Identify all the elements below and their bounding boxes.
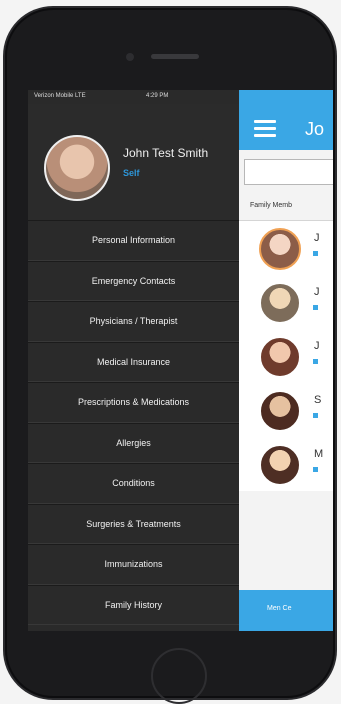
panel-title: Jo xyxy=(305,119,325,139)
menu-item-allergies[interactable]: Allergies xyxy=(28,422,239,463)
menu-item-label: Surgeries & Treatments xyxy=(86,518,181,529)
menu-item-label: Conditions xyxy=(112,478,155,489)
menu-item-immunizations[interactable]: Immunizations xyxy=(28,544,239,585)
family-member-row[interactable]: S xyxy=(239,383,333,437)
bottom-action-bar[interactable]: Men Ce xyxy=(239,590,333,631)
member-detail-icon xyxy=(313,251,318,256)
profile-name: John Test Smith xyxy=(123,146,209,160)
member-detail-icon xyxy=(313,413,318,418)
search-input[interactable] xyxy=(244,159,333,185)
menu-item-label: Emergency Contacts xyxy=(91,275,176,286)
menu-item-label: Personal Information xyxy=(91,235,176,246)
menu-item-personal-information[interactable]: Personal Information xyxy=(28,220,239,261)
home-button[interactable] xyxy=(151,648,207,704)
navigation-drawer: Verizon Mobile LTE 4:29 PM John Test Smi… xyxy=(28,90,239,631)
family-member-initial: J xyxy=(314,286,320,298)
family-member-initial: S xyxy=(314,394,322,406)
menu-item-conditions[interactable]: Conditions xyxy=(28,463,239,504)
avatar[interactable] xyxy=(259,444,301,486)
member-detail-icon xyxy=(313,305,318,310)
menu-item-label: Family History xyxy=(104,599,162,610)
menu-item-label: Medical Insurance xyxy=(96,356,171,367)
speaker-grille xyxy=(151,54,199,59)
camera-icon xyxy=(126,53,134,61)
app-topbar: Jo xyxy=(239,90,333,150)
avatar[interactable] xyxy=(259,390,301,432)
family-member-row[interactable]: J xyxy=(239,329,333,383)
status-bar: Verizon Mobile LTE 4:29 PM xyxy=(28,90,239,104)
menu-item-emergency-contacts[interactable]: Emergency Contacts xyxy=(28,260,239,301)
family-member-initial: J xyxy=(314,340,320,352)
bottom-action-label: Men Ce xyxy=(267,605,292,612)
member-detail-icon xyxy=(313,467,318,472)
menu-item-label: Physicians / Therapist xyxy=(89,316,178,327)
menu-list: Personal Information Emergency Contacts … xyxy=(28,220,239,625)
family-member-list: J J J S M xyxy=(239,220,333,491)
family-member-initial: M xyxy=(314,448,324,460)
status-time: 4:29 PM xyxy=(146,93,169,99)
family-tab[interactable]: Family Memb xyxy=(250,202,292,209)
menu-item-physicians-therapist[interactable]: Physicians / Therapist xyxy=(28,301,239,342)
menu-item-label: Immunizations xyxy=(104,559,163,570)
hamburger-menu-icon[interactable] xyxy=(254,120,276,137)
member-detail-icon xyxy=(313,359,318,364)
menu-item-label: Allergies xyxy=(116,437,151,448)
menu-item-medical-insurance[interactable]: Medical Insurance xyxy=(28,341,239,382)
main-panel: Jo Family Memb J J J S M Men Ce xyxy=(239,90,333,631)
family-member-initial: J xyxy=(314,232,320,244)
avatar[interactable] xyxy=(259,336,301,378)
menu-item-surgeries-treatments[interactable]: Surgeries & Treatments xyxy=(28,503,239,544)
profile-relation: Self xyxy=(123,168,140,178)
avatar[interactable] xyxy=(259,282,301,324)
menu-item-label: Prescriptions & Medications xyxy=(77,397,190,408)
avatar[interactable] xyxy=(259,228,301,270)
family-member-row[interactable]: J xyxy=(239,221,333,275)
phone-frame: Verizon Mobile LTE 4:29 PM John Test Smi… xyxy=(5,8,335,704)
menu-item-family-history[interactable]: Family History xyxy=(28,584,239,625)
status-carrier: Verizon Mobile LTE xyxy=(34,93,86,99)
family-member-row[interactable]: J xyxy=(239,275,333,329)
avatar[interactable] xyxy=(44,135,110,201)
menu-item-prescriptions-medications[interactable]: Prescriptions & Medications xyxy=(28,382,239,423)
family-member-row[interactable]: M xyxy=(239,437,333,491)
profile-header[interactable]: John Test Smith Self xyxy=(28,104,239,221)
phone-screen: Verizon Mobile LTE 4:29 PM John Test Smi… xyxy=(28,90,333,631)
